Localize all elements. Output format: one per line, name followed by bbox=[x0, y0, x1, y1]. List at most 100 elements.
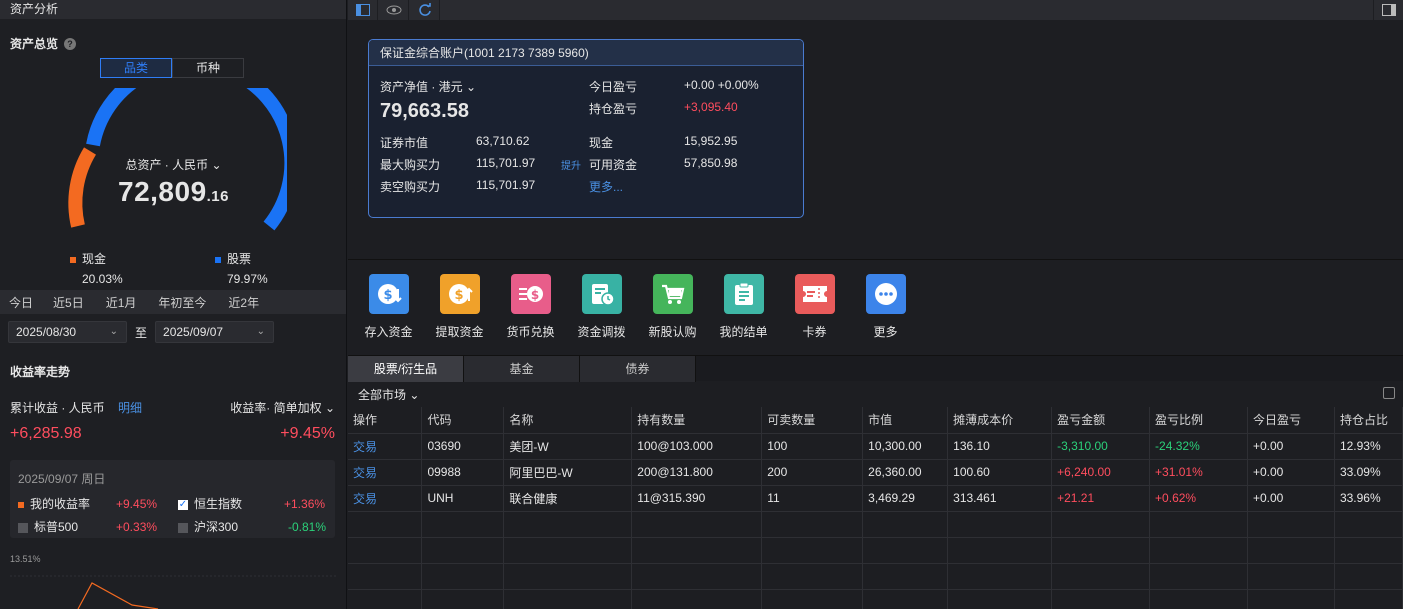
cell-cost: 100.60 bbox=[947, 459, 1053, 486]
tab-funds[interactable]: 基金 bbox=[464, 356, 580, 382]
collapse-icon[interactable] bbox=[1383, 387, 1395, 399]
col-header[interactable]: 持有数量 bbox=[631, 407, 763, 434]
time-range-tabs: 今日 近5日 近1月 年初至今 近2年 bbox=[0, 290, 346, 314]
cell-quantity: 11@315.390 bbox=[631, 485, 763, 512]
trade-link[interactable]: 交易 bbox=[348, 485, 423, 512]
more-icon bbox=[865, 274, 906, 314]
account-card: 保证金综合账户(1001 2173 7389 5960) 资产净值 · 港元 ⌄… bbox=[368, 39, 804, 218]
date-to-select[interactable]: 2025/09/07 ⌄ bbox=[155, 321, 275, 343]
checkbox-icon[interactable] bbox=[178, 522, 188, 533]
col-header[interactable]: 持仓占比 bbox=[1334, 407, 1403, 434]
date-range: 2025/08/30 ⌄ 至 2025/09/07 ⌄ bbox=[8, 321, 275, 343]
coupon-icon bbox=[794, 274, 835, 314]
trade-link[interactable]: 交易 bbox=[348, 459, 423, 486]
today-pl-label: 今日盈亏 bbox=[589, 80, 638, 94]
withdraw-icon: $ bbox=[439, 274, 480, 314]
compare-my-return[interactable]: 我的收益率 bbox=[18, 495, 96, 512]
tab-currency[interactable]: 币种 bbox=[172, 58, 244, 78]
compare-name: 我的收益率 bbox=[30, 497, 91, 511]
cell-pl-amount: +6,240.00 bbox=[1051, 459, 1151, 486]
action-label: 更多 bbox=[873, 325, 898, 339]
col-header[interactable]: 可卖数量 bbox=[761, 407, 864, 434]
detail-link[interactable]: 明细 bbox=[118, 401, 142, 415]
account-title: 保证金综合账户(1001 2173 7389 5960) bbox=[369, 40, 803, 66]
tab-bonds[interactable]: 债券 bbox=[580, 356, 696, 382]
action-exchange[interactable]: $ 货币兑换 bbox=[495, 260, 566, 355]
col-header[interactable]: 名称 bbox=[503, 407, 633, 434]
col-header[interactable]: 盈亏金额 bbox=[1051, 407, 1151, 434]
raise-buying-power-link[interactable]: 提升 bbox=[561, 157, 581, 172]
total-assets-label[interactable]: 总资产 · 人民币 ⌄ bbox=[0, 156, 346, 173]
table-row-empty bbox=[348, 537, 1403, 564]
action-withdraw[interactable]: $ 提取资金 bbox=[424, 260, 495, 355]
transfer-icon bbox=[581, 274, 622, 314]
trade-link[interactable]: 交易 bbox=[348, 433, 423, 460]
action-label: 提取资金 bbox=[435, 325, 484, 339]
tab-stocks[interactable]: 股票/衍生品 bbox=[348, 356, 464, 382]
help-icon[interactable]: ? bbox=[64, 37, 77, 50]
action-label: 新股认购 bbox=[648, 325, 697, 339]
compare-value: +1.36% bbox=[284, 496, 326, 511]
legend-cash: 现金 20.03% bbox=[70, 250, 123, 286]
positions-table: 操作 代码 名称 持有数量 可卖数量 市值 摊薄成本价 盈亏金额 盈亏比例 今日… bbox=[348, 407, 1403, 609]
legend-cash-pct: 20.03% bbox=[82, 272, 123, 286]
range-1m[interactable]: 近1月 bbox=[94, 294, 147, 311]
compare-sp500[interactable]: 标普500 bbox=[18, 518, 96, 535]
col-header[interactable]: 操作 bbox=[348, 407, 423, 434]
action-transfer[interactable]: 资金调拨 bbox=[566, 260, 637, 355]
cell-sellable: 200 bbox=[761, 459, 864, 486]
more-link[interactable]: 更多... bbox=[589, 178, 623, 195]
net-value-label[interactable]: 资产净值 · 港元 ⌄ bbox=[380, 78, 476, 95]
securities-value: 63,710.62 bbox=[476, 134, 530, 148]
max-buying-power-value: 115,701.97 bbox=[476, 156, 536, 170]
date-from-select[interactable]: 2025/08/30 ⌄ bbox=[8, 321, 127, 343]
table-row[interactable]: 交易 03690 美团-W 100@103.000 100 10,300.00 … bbox=[348, 433, 1403, 460]
col-header[interactable]: 摊薄成本价 bbox=[947, 407, 1053, 434]
range-2y[interactable]: 近2年 bbox=[216, 294, 269, 311]
chevron-down-icon: ⌄ bbox=[466, 80, 477, 94]
col-header[interactable]: 今日盈亏 bbox=[1247, 407, 1335, 434]
action-statement[interactable]: 我的结单 bbox=[708, 260, 779, 355]
col-header[interactable]: 盈亏比例 bbox=[1149, 407, 1248, 434]
sidebar-toggle-icon[interactable] bbox=[348, 0, 378, 20]
compare-csi300[interactable]: 沪深300 bbox=[178, 518, 270, 535]
table-row[interactable]: 交易 UNH 联合健康 11@315.390 11 3,469.29 313.4… bbox=[348, 485, 1403, 512]
action-deposit[interactable]: $ 存入资金 bbox=[353, 260, 424, 355]
cell-quantity: 200@131.800 bbox=[631, 459, 763, 486]
cell-pl-ratio: +0.62% bbox=[1149, 485, 1248, 512]
range-5d[interactable]: 近5日 bbox=[43, 294, 94, 311]
cell-weight: 33.09% bbox=[1334, 459, 1403, 486]
cumulative-values: +6,285.98 +9.45% bbox=[10, 425, 335, 443]
range-ytd[interactable]: 年初至今 bbox=[146, 294, 216, 311]
checkbox-checked-icon[interactable]: ✓ bbox=[178, 499, 188, 510]
chevron-down-icon: ⌄ bbox=[324, 401, 335, 415]
col-header[interactable]: 市值 bbox=[862, 407, 949, 434]
cell-market-value: 3,469.29 bbox=[862, 485, 949, 512]
market-filter[interactable]: 全部市场 ⌄ bbox=[358, 386, 419, 403]
rate-method-label: 收益率· 简单加权 bbox=[230, 401, 322, 415]
range-today[interactable]: 今日 bbox=[0, 294, 43, 311]
max-buying-power-label: 最大购买力 bbox=[380, 158, 441, 172]
short-buying-power-value: 115,701.97 bbox=[476, 178, 536, 192]
action-coupon[interactable]: 卡券 bbox=[779, 260, 850, 355]
checkbox-icon[interactable] bbox=[18, 522, 28, 533]
compare-value: +9.45% bbox=[116, 496, 158, 511]
eye-icon[interactable] bbox=[379, 0, 409, 20]
action-more[interactable]: 更多 bbox=[850, 260, 921, 355]
tab-category[interactable]: 品类 bbox=[100, 58, 172, 78]
refresh-icon[interactable] bbox=[410, 0, 440, 20]
cell-today-pl: +0.00 bbox=[1247, 433, 1335, 460]
table-row[interactable]: 交易 09988 阿里巴巴-W 200@131.800 200 26,360.0… bbox=[348, 459, 1403, 486]
compare-hsi[interactable]: ✓ 恒生指数 bbox=[178, 495, 270, 512]
trend-title: 收益率走势 bbox=[10, 365, 71, 379]
table-header-row: 操作 代码 名称 持有数量 可卖数量 市值 摊薄成本价 盈亏金额 盈亏比例 今日… bbox=[348, 407, 1403, 434]
col-header[interactable]: 代码 bbox=[421, 407, 505, 434]
cell-code: 09988 bbox=[421, 459, 505, 486]
cumulative-label: 累计收益 · 人民币 bbox=[10, 401, 105, 415]
action-ipo[interactable]: 新股认购 bbox=[637, 260, 708, 355]
right-panel-toggle-icon[interactable] bbox=[1373, 0, 1403, 20]
cell-weight: 12.93% bbox=[1334, 433, 1403, 460]
rate-method-select[interactable]: 收益率· 简单加权 ⌄ bbox=[230, 399, 335, 416]
compare-date: 2025/09/07 周日 bbox=[18, 472, 106, 486]
cell-weight: 33.96% bbox=[1334, 485, 1403, 512]
